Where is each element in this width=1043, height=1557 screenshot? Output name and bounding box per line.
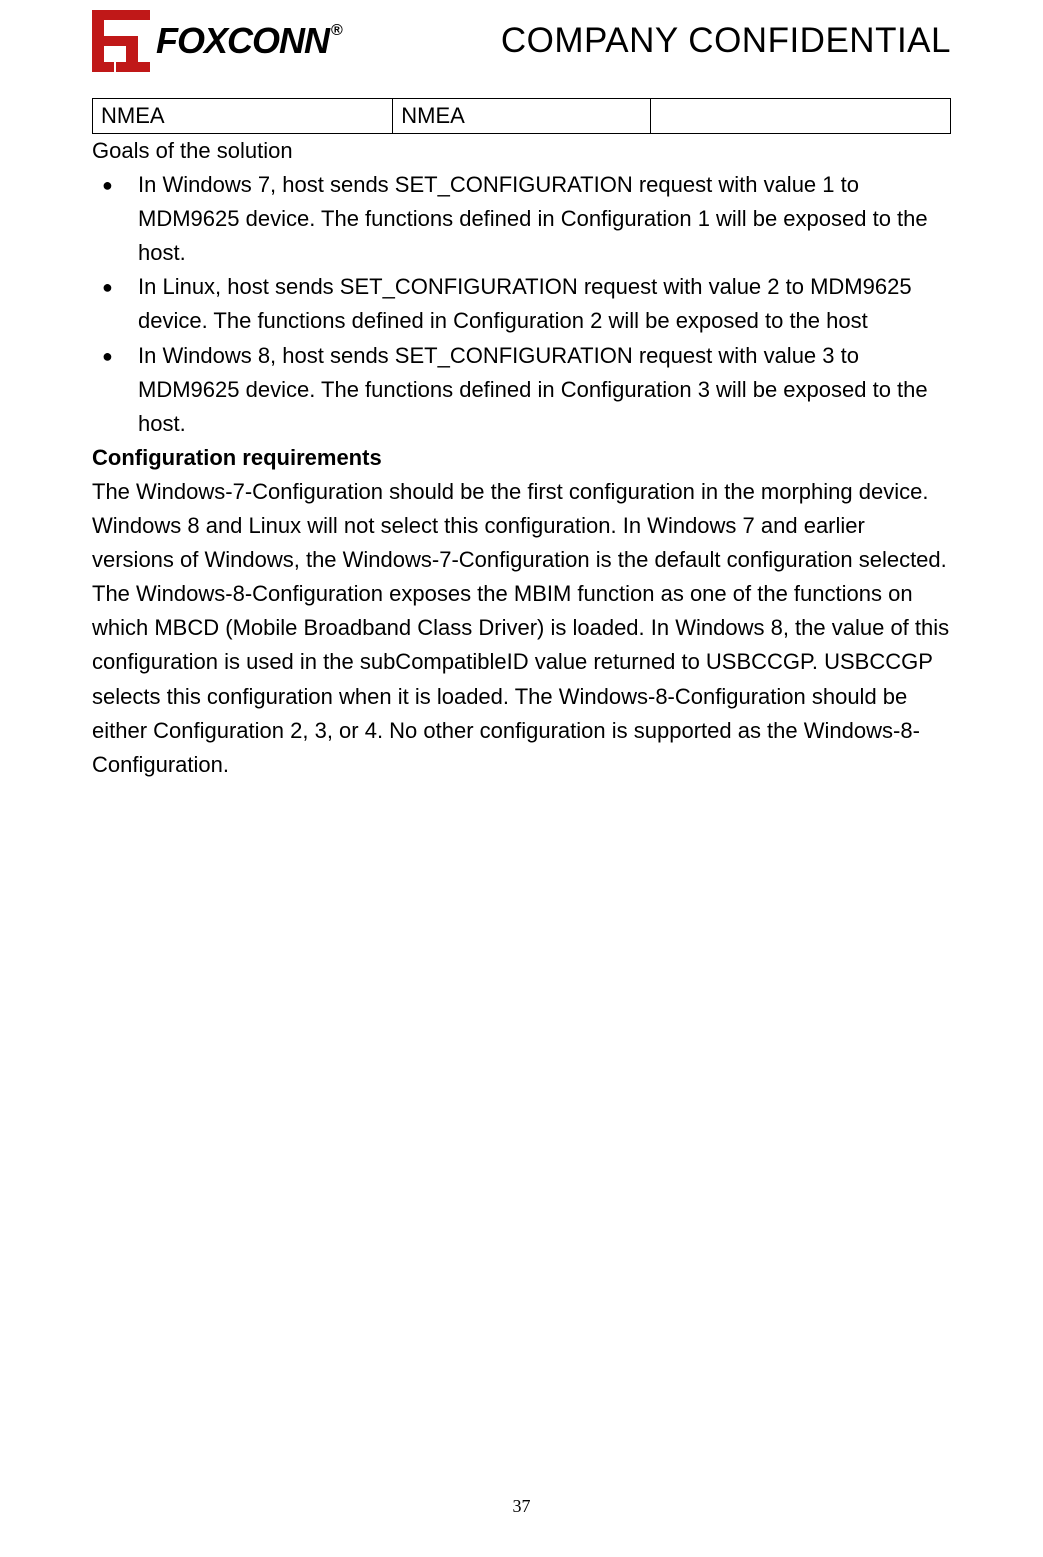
list-item: In Windows 8, host sends SET_CONFIGURATI… (92, 339, 951, 441)
table-cell: NMEA (393, 99, 650, 134)
table-row: NMEA NMEA (93, 99, 951, 134)
page-header: FOXCONN ® COMPANY CONFIDENTIAL (92, 0, 951, 92)
config-heading: Configuration requirements (92, 441, 951, 475)
confidential-label: COMPANY CONFIDENTIAL (501, 21, 951, 61)
list-item: In Linux, host sends SET_CONFIGURATION r… (92, 270, 951, 338)
brand-name: FOXCONN ® (156, 20, 342, 62)
brand-name-text: FOXCONN (156, 20, 329, 62)
config-paragraph-1: The Windows-7-Configuration should be th… (92, 475, 951, 577)
foxconn-logo-icon (92, 10, 150, 72)
goals-list: In Windows 7, host sends SET_CONFIGURATI… (92, 168, 951, 441)
nmea-table: NMEA NMEA (92, 98, 951, 134)
page-number: 37 (0, 1496, 1043, 1517)
brand-logo: FOXCONN ® (92, 10, 342, 72)
goals-heading: Goals of the solution (92, 134, 951, 168)
table-cell (650, 99, 950, 134)
list-item: In Windows 7, host sends SET_CONFIGURATI… (92, 168, 951, 270)
registered-mark: ® (331, 22, 342, 40)
config-paragraph-2: The Windows-8-Configuration exposes the … (92, 577, 951, 782)
table-cell: NMEA (93, 99, 393, 134)
